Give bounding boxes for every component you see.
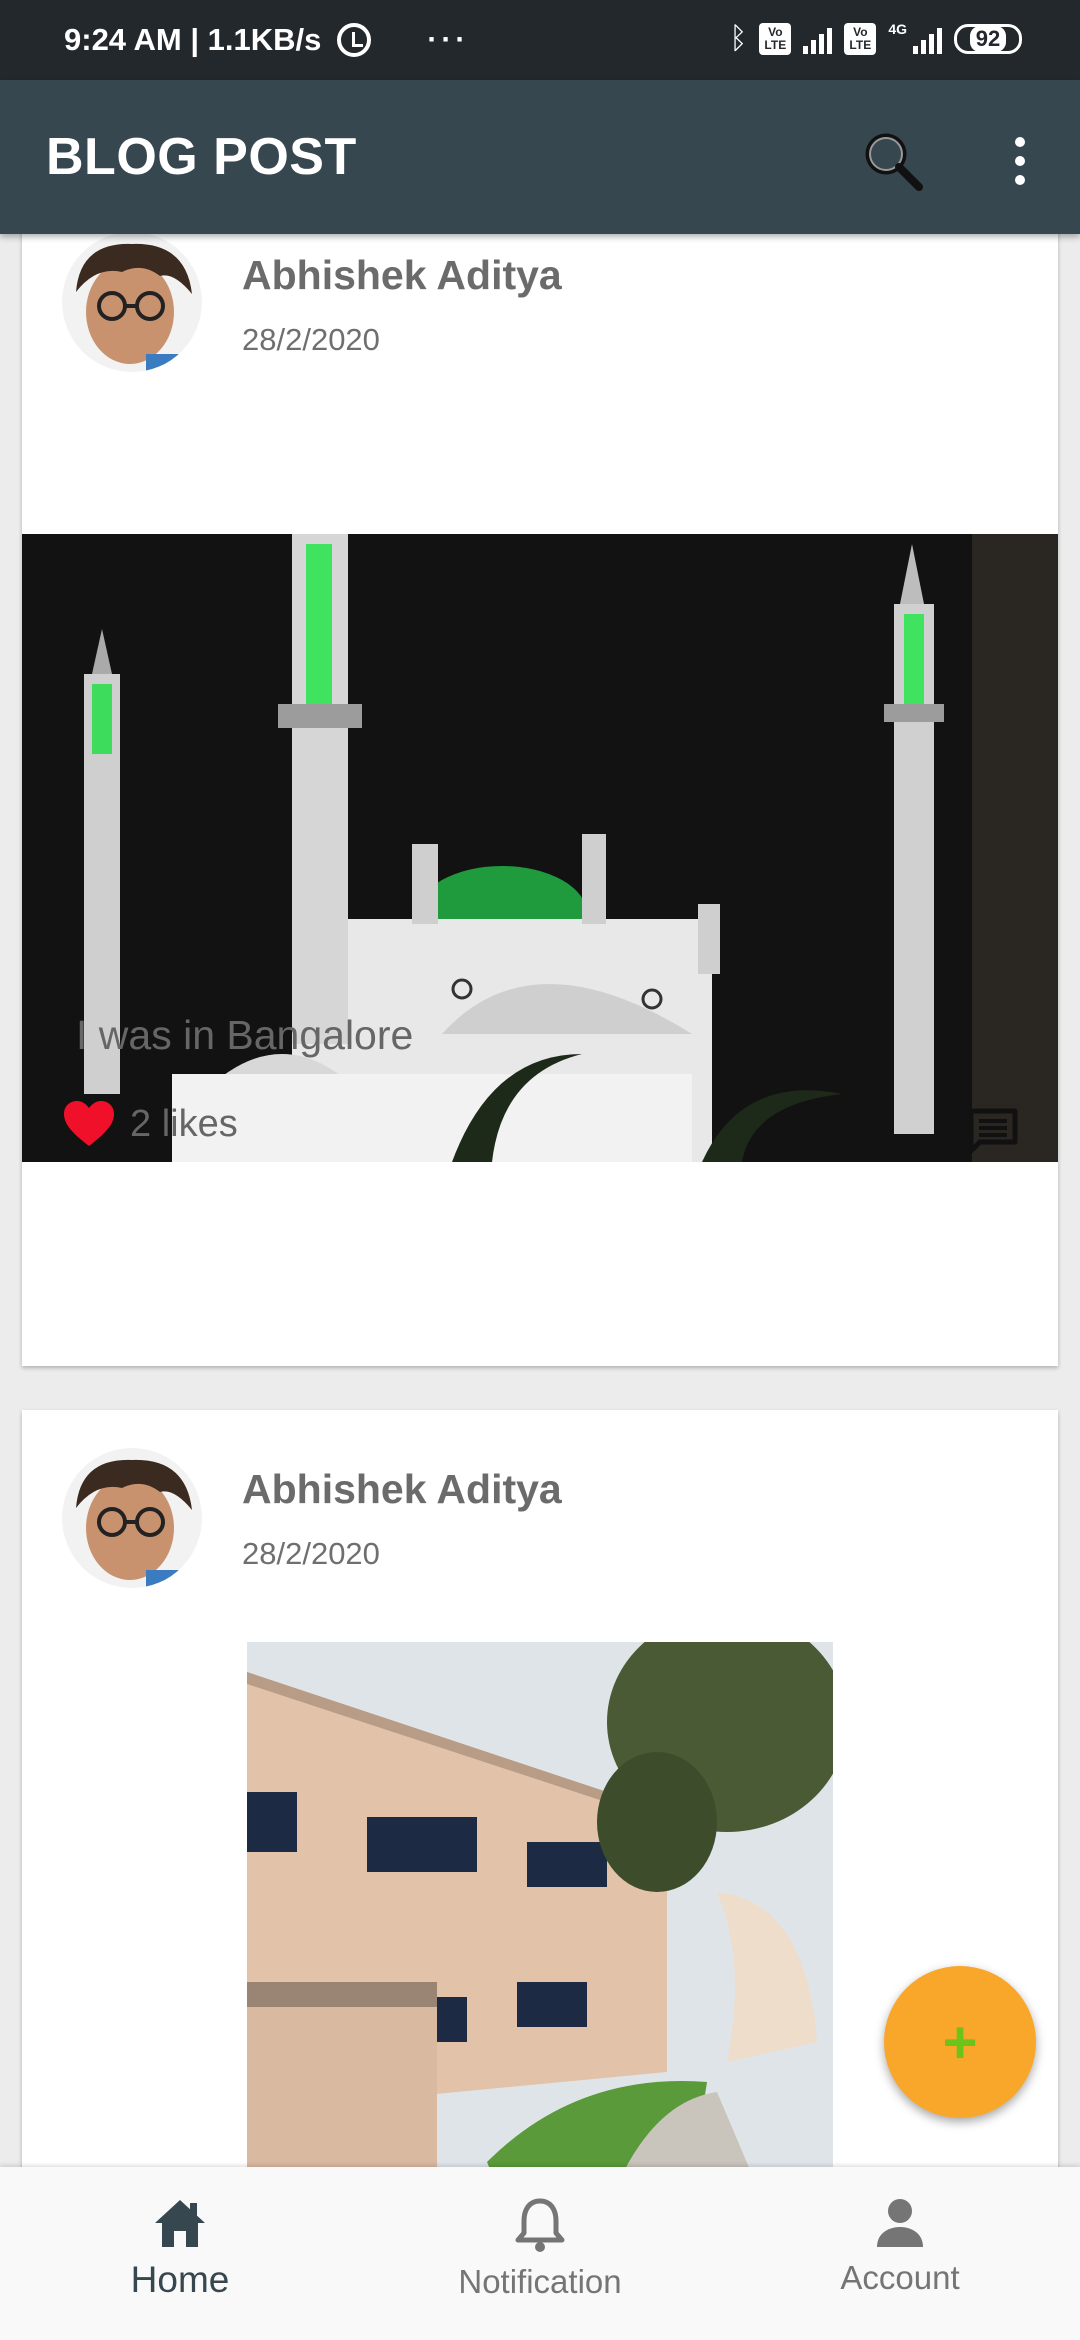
post-date: 28/2/2020	[242, 1536, 380, 1571]
battery-icon: 92	[954, 24, 1022, 54]
dot	[1015, 137, 1025, 147]
avatar-image	[62, 1448, 202, 1588]
author-avatar[interactable]	[62, 1448, 202, 1588]
comment-button[interactable]	[968, 1108, 1018, 1154]
status-right: ᛒ Vo LTE Vo LTE 4G 92	[729, 21, 1022, 56]
status-bar: 9:24 AM | 1.1KB/s ··· ᛒ Vo LTE Vo LTE 4G…	[0, 0, 1080, 80]
dot	[1015, 175, 1025, 185]
person-icon	[877, 2199, 923, 2247]
post-image[interactable]	[22, 534, 1058, 1162]
add-post-button[interactable]: +	[884, 1966, 1036, 2118]
status-time: 9:24 AM | 1.1KB/s	[64, 22, 322, 57]
volte-badge-2: Vo LTE	[844, 23, 877, 55]
like-count: 2 likes	[130, 1102, 238, 1145]
battery-level: 92	[969, 26, 1007, 52]
more-notifications-icon: ···	[427, 23, 470, 56]
alarm-icon	[337, 23, 372, 57]
post-caption: I was in Bangalore	[76, 1012, 414, 1058]
network-type: 4G	[888, 21, 907, 37]
plus-icon: +	[942, 2008, 978, 2076]
author-name[interactable]: Abhishek Aditya	[242, 1466, 562, 1513]
app-bar: BLOG POST	[0, 80, 1080, 234]
avatar-image	[62, 234, 202, 372]
signal-icon-2	[913, 24, 942, 54]
bluetooth-icon: ᛒ	[729, 22, 748, 55]
post-feed[interactable]: Abhishek Aditya 28/2/2020 I was in Banga…	[0, 234, 1080, 2167]
like-row: 2 likes	[62, 1100, 238, 1148]
volte-badge-1: Vo LTE	[759, 23, 792, 55]
nav-account[interactable]: Account	[720, 2167, 1080, 2340]
mosque-night-photo	[22, 534, 1058, 1162]
post-date: 28/2/2020	[242, 322, 380, 357]
search-icon	[865, 133, 923, 191]
nav-home-label: Home	[130, 2259, 230, 2300]
post-card[interactable]: Abhishek Aditya 28/2/2020	[22, 234, 1058, 1366]
nav-notification-label: Notification	[458, 2263, 622, 2300]
signal-icon-1	[803, 24, 833, 54]
bell-icon	[515, 2198, 565, 2252]
nav-home[interactable]: Home	[0, 2167, 360, 2340]
status-left: 9:24 AM | 1.1KB/s ···	[64, 22, 469, 58]
comment-icon	[968, 1108, 1018, 1154]
more-options-button[interactable]	[1000, 126, 1040, 196]
post-image[interactable]	[247, 1642, 833, 2167]
heart-icon[interactable]	[62, 1100, 116, 1148]
search-button[interactable]	[858, 126, 928, 196]
author-name[interactable]: Abhishek Aditya	[242, 252, 562, 299]
building-photo	[247, 1642, 833, 2167]
nav-account-label: Account	[840, 2259, 960, 2296]
app-title: BLOG POST	[46, 128, 357, 186]
screen: 9:24 AM | 1.1KB/s ··· ᛒ Vo LTE Vo LTE 4G…	[0, 0, 1080, 2340]
home-icon	[155, 2200, 205, 2247]
dot	[1015, 156, 1025, 166]
nav-notification[interactable]: Notification	[360, 2167, 720, 2340]
author-avatar[interactable]	[62, 234, 202, 372]
bottom-navigation: Home Notification Account	[0, 2167, 1080, 2340]
